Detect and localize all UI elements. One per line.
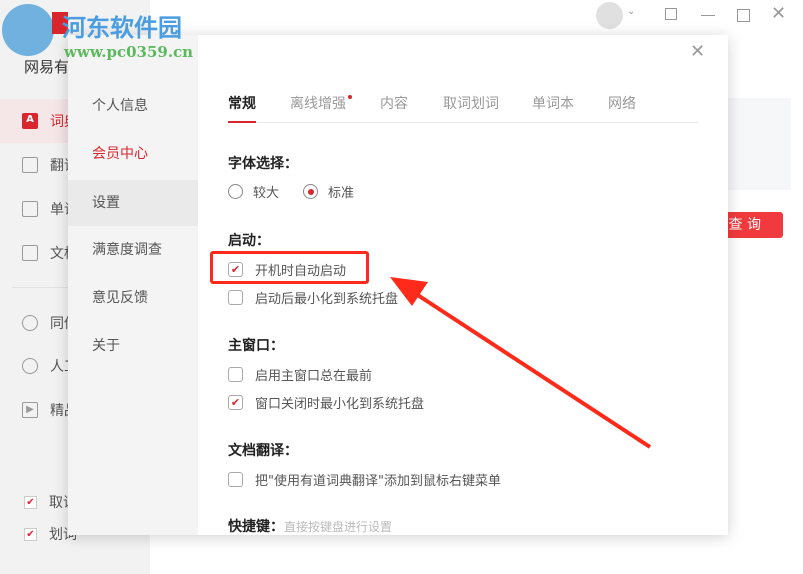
watermark-title: 河东软件园: [62, 13, 182, 42]
watermark-logo: [2, 4, 54, 56]
arrow-shaft: [408, 288, 652, 449]
arrow-head: [390, 277, 428, 306]
annotation-arrow: [390, 277, 652, 449]
watermark-url: www.pc0359.cn: [64, 43, 194, 61]
